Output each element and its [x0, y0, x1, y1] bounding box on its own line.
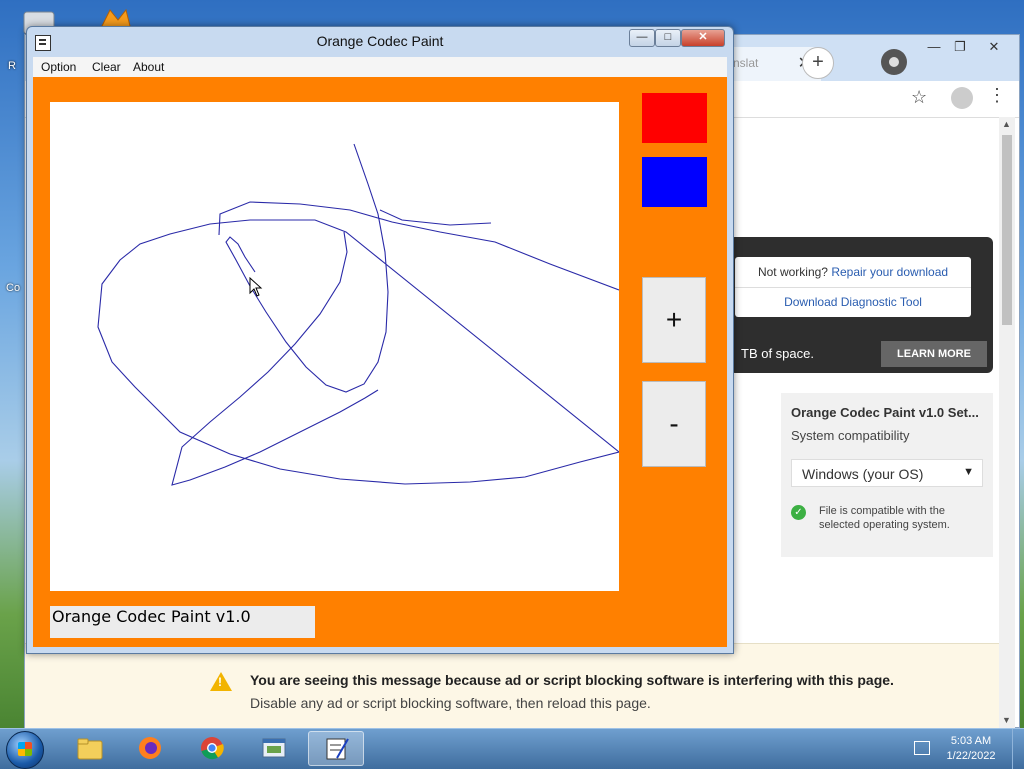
status-box: Orange Codec Paint v1.0 [50, 606, 315, 638]
start-button[interactable] [6, 731, 44, 769]
divider [735, 287, 971, 288]
check-circle-icon: ✓ [791, 505, 806, 520]
os-selected-value: Windows (your OS) [802, 466, 924, 482]
scroll-up-icon[interactable]: ▲ [1002, 119, 1011, 129]
scroll-thumb[interactable] [1002, 135, 1012, 325]
folder-icon [77, 738, 103, 760]
stroke-layer [97, 143, 619, 486]
red-color-swatch[interactable] [642, 93, 707, 143]
clock-date: 1/22/2022 [946, 750, 996, 762]
diagnostic-tool-link[interactable]: Download Diagnostic Tool [735, 295, 971, 309]
new-tab-button[interactable]: + [802, 47, 834, 79]
taskbar-app[interactable] [246, 731, 302, 766]
os-select[interactable]: Windows (your OS) ▼ [791, 459, 983, 487]
taskbar-explorer[interactable] [62, 731, 118, 766]
menu-about[interactable]: About [133, 60, 164, 74]
mouse-cursor-icon [249, 277, 263, 297]
browser-minimize-button[interactable]: — [921, 39, 947, 55]
paint-client-area: + - Orange Codec Paint v1.0 [33, 77, 727, 647]
paint-app-icon [326, 738, 349, 760]
taskbar-chrome[interactable] [184, 731, 240, 766]
blue-color-swatch[interactable] [642, 157, 707, 207]
adblock-instruction: Disable any ad or script blocking softwa… [250, 695, 651, 711]
profile-icon[interactable] [881, 49, 907, 75]
learn-more-button[interactable]: LEARN MORE [881, 341, 987, 367]
browser-restore-button[interactable]: ❐ [947, 39, 973, 55]
taskbar-firefox[interactable] [122, 731, 178, 766]
account-avatar[interactable] [951, 87, 973, 109]
paint-title: Orange Codec Paint [316, 33, 444, 49]
tab-title: nslat [733, 56, 759, 70]
space-text: TB of space. [741, 346, 814, 361]
compatibility-label: System compatibility [791, 428, 910, 443]
adblock-message: You are seeing this message because ad o… [250, 672, 894, 688]
menu-option[interactable]: Option [41, 60, 76, 74]
drawn-stroke [97, 143, 619, 486]
compatibility-card: Orange Codec Paint v1.0 Set... System co… [781, 393, 993, 557]
taskbar: 5:03 AM 1/22/2022 [0, 728, 1024, 769]
scroll-down-icon[interactable]: ▼ [1002, 715, 1011, 725]
menu-bar: Option Clear About [33, 57, 727, 78]
chrome-icon [201, 737, 224, 760]
compatibility-message: File is compatible with the selected ope… [819, 505, 950, 531]
warning-exclamation: ! [218, 675, 222, 689]
help-box: Not working? Repair your download Downlo… [735, 257, 971, 317]
adblock-warning-bar: ! You are seeing this message because ad… [25, 643, 999, 730]
drawing-canvas[interactable] [50, 102, 619, 591]
bookmark-star-icon[interactable]: ☆ [911, 87, 927, 108]
menu-clear[interactable]: Clear [92, 60, 121, 74]
show-desktop-button[interactable] [1012, 729, 1024, 769]
caret-down-icon: ▼ [963, 466, 974, 478]
desktop-label: Co [6, 282, 21, 294]
minimize-button[interactable]: — [629, 29, 655, 47]
window-app-icon [262, 738, 286, 758]
decrease-size-button[interactable]: - [642, 381, 706, 467]
system-clock[interactable]: 5:03 AM 1/22/2022 [940, 734, 1002, 764]
clock-time: 5:03 AM [950, 735, 992, 747]
product-title: Orange Codec Paint v1.0 Set... [791, 405, 979, 420]
page-scrollbar[interactable]: ▲ ▼ [999, 117, 1015, 729]
repair-download-link[interactable]: Repair your download [831, 265, 948, 279]
network-icon[interactable] [914, 741, 930, 755]
browser-menu-icon[interactable]: ⋮ [988, 85, 1006, 106]
browser-close-button[interactable]: ✕ [981, 39, 1007, 55]
help-line: Not working? Repair your download [735, 265, 971, 279]
taskbar-orange-codec-paint[interactable] [308, 731, 364, 766]
desktop-label: R [8, 60, 16, 72]
paint-window: Orange Codec Paint — □ ✕ Option Clear Ab… [26, 26, 734, 654]
not-working-text: Not working? [757, 265, 832, 279]
increase-size-button[interactable]: + [642, 277, 706, 363]
close-button[interactable]: ✕ [681, 29, 725, 47]
status-label: Orange Codec Paint v1.0 [52, 607, 251, 626]
firefox-icon [139, 737, 161, 759]
maximize-button[interactable]: □ [655, 29, 681, 47]
